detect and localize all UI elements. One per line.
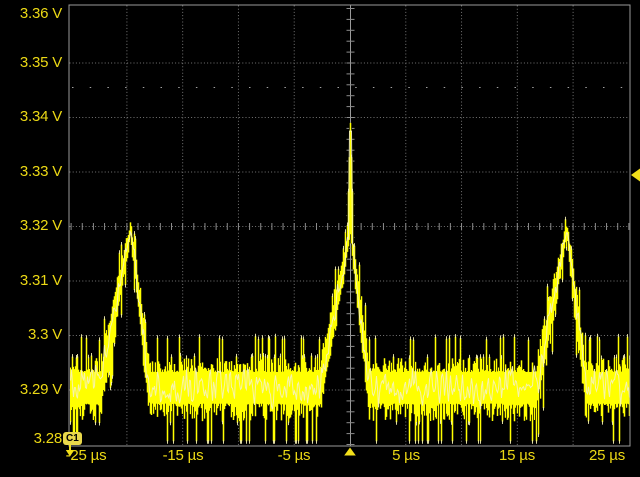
y-axis-label: 3.3 V (0, 327, 62, 343)
trigger-level-arrow-icon[interactable] (631, 169, 640, 182)
y-axis-label: 3.31 V (0, 273, 62, 289)
y-axis-label: 3.32 V (0, 218, 62, 234)
y-axis-label: 3.35 V (0, 55, 62, 71)
oscilloscope-screen: 3.36 V 3.35 V 3.34 V 3.33 V 3.32 V 3.31 … (0, 0, 640, 477)
trigger-position-marker-icon[interactable] (344, 448, 356, 456)
x-axis-label: -5 µs (263, 447, 325, 465)
y-axis-label: 3.33 V (0, 164, 62, 180)
x-axis-label: 5 µs (375, 447, 437, 465)
x-axis-label: 15 µs (486, 447, 548, 465)
channel-badge[interactable]: C1 (63, 432, 82, 445)
y-axis-label: 3.29 V (0, 382, 62, 398)
y-axis-label: 3.36 V (0, 6, 62, 22)
y-axis-label: 3.34 V (0, 109, 62, 125)
x-axis-label: 25 µs (576, 447, 638, 465)
x-axis-label: -25 µs (55, 447, 117, 465)
waveform-display (0, 0, 640, 477)
x-axis-label: -15 µs (152, 447, 214, 465)
y-axis-label: 3.28 (0, 431, 62, 447)
